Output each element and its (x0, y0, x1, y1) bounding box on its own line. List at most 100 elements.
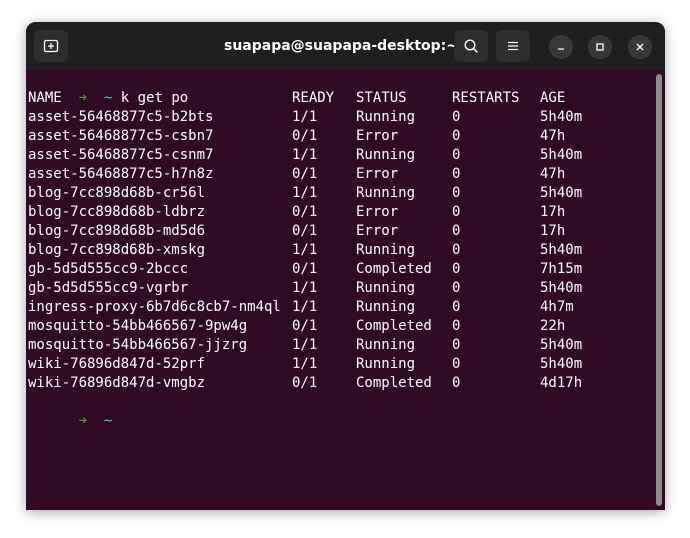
scrollbar[interactable] (656, 74, 662, 506)
cell-name: asset-56468877c5-b2bts (28, 109, 214, 125)
new-tab-button[interactable] (34, 30, 68, 62)
cell-status: Error (356, 223, 399, 239)
search-button[interactable] (454, 30, 488, 62)
cell-name: asset-56468877c5-csnm7 (28, 147, 214, 163)
cell-status: Completed (356, 261, 432, 277)
minimize-icon (558, 48, 564, 50)
cell-restarts: 0 (452, 337, 461, 353)
header-status: STATUS (356, 90, 407, 106)
cell-restarts: 0 (452, 356, 461, 372)
cell-age: 5h40m (540, 356, 583, 372)
cell-status: Error (356, 204, 399, 220)
cell-name: blog-7cc898d68b-md5d6 (28, 223, 206, 239)
cell-ready: 0/1 (292, 375, 318, 391)
cell-ready: 0/1 (292, 318, 318, 334)
cell-status: Completed (356, 318, 432, 334)
cell-ready: 0/1 (292, 204, 318, 220)
cell-restarts: 0 (452, 147, 461, 163)
cell-status: Running (356, 280, 416, 296)
cell-age: 17h (540, 204, 566, 220)
terminal-window: suapapa@suapapa-desktop:~ ➜ ~ k get po N… (26, 22, 665, 510)
cell-ready: 1/1 (292, 299, 318, 315)
cell-name: asset-56468877c5-csbn7 (28, 128, 214, 144)
cell-ready: 1/1 (292, 280, 318, 296)
cell-age: 4d17h (540, 375, 583, 391)
cell-name: mosquitto-54bb466567-9pw4g (28, 318, 248, 334)
cell-ready: 1/1 (292, 147, 318, 163)
cell-restarts: 0 (452, 128, 461, 144)
cell-restarts: 0 (452, 242, 461, 258)
cell-age: 5h40m (540, 280, 583, 296)
menu-button[interactable] (496, 30, 530, 62)
header-restarts: RESTARTS (452, 90, 520, 106)
cell-age: 17h (540, 223, 566, 239)
terminal-output[interactable]: ➜ ~ k get po NAME READY STATUS RESTARTS … (26, 70, 651, 510)
cell-age: 47h (540, 128, 566, 144)
cell-ready: 1/1 (292, 185, 318, 201)
cell-name: gb-5d5d555cc9-vgrbr (28, 280, 189, 296)
cell-ready: 0/1 (292, 166, 318, 182)
prompt-dir: ~ (103, 90, 113, 106)
cell-ready: 1/1 (292, 109, 318, 125)
window-title: suapapa@suapapa-desktop:~ (223, 38, 458, 54)
close-button[interactable] (628, 35, 652, 59)
prompt-arrow: ➜ (78, 90, 88, 106)
prompt-dir: ~ (103, 413, 113, 429)
cell-status: Running (356, 337, 416, 353)
cell-age: 4h7m (540, 299, 574, 315)
cell-name: asset-56468877c5-h7n8z (28, 166, 214, 182)
cell-restarts: 0 (452, 299, 461, 315)
cell-name: gb-5d5d555cc9-2bccc (28, 261, 189, 277)
cell-restarts: 0 (452, 223, 461, 239)
cell-restarts: 0 (452, 204, 461, 220)
cell-name: wiki-76896d847d-52prf (28, 356, 206, 372)
cell-name: mosquitto-54bb466567-jjzrg (28, 337, 248, 353)
cell-name: blog-7cc898d68b-cr56l (28, 185, 206, 201)
title-bar: suapapa@suapapa-desktop:~ (26, 22, 665, 70)
prompt-line: ➜ ~ k get po (28, 70, 189, 106)
cell-name: ingress-proxy-6b7d6c8cb7-nm4ql (28, 299, 281, 315)
cell-ready: 1/1 (292, 337, 318, 353)
cell-name: wiki-76896d847d-vmgbz (28, 375, 206, 391)
command-text: k get po (120, 90, 189, 106)
cell-ready: 1/1 (292, 242, 318, 258)
cell-restarts: 0 (452, 318, 461, 334)
cell-ready: 0/1 (292, 223, 318, 239)
new-tab-icon (43, 39, 59, 53)
cell-status: Error (356, 128, 399, 144)
cell-ready: 1/1 (292, 356, 318, 372)
cell-age: 5h40m (540, 185, 583, 201)
cell-age: 22h (540, 318, 566, 334)
header-name: NAME (28, 90, 62, 106)
header-ready: READY (292, 90, 335, 106)
cell-restarts: 0 (452, 280, 461, 296)
cell-name: blog-7cc898d68b-xmskg (28, 242, 206, 258)
cell-name: blog-7cc898d68b-ldbrz (28, 204, 206, 220)
cell-status: Running (356, 242, 416, 258)
minimize-button[interactable] (549, 35, 573, 59)
cell-restarts: 0 (452, 185, 461, 201)
cell-status: Running (356, 356, 416, 372)
cell-status: Error (356, 166, 399, 182)
cell-status: Running (356, 109, 416, 125)
cell-restarts: 0 (452, 261, 461, 277)
cell-status: Running (356, 185, 416, 201)
cell-ready: 0/1 (292, 261, 318, 277)
cell-status: Running (356, 299, 416, 315)
hamburger-menu-icon (508, 41, 518, 51)
cell-age: 5h40m (540, 242, 583, 258)
cell-status: Completed (356, 375, 432, 391)
cell-status: Running (356, 147, 416, 163)
cell-restarts: 0 (452, 166, 461, 182)
cell-age: 5h40m (540, 337, 583, 353)
maximize-button[interactable] (588, 35, 612, 59)
cell-age: 5h40m (540, 109, 583, 125)
maximize-icon (596, 43, 604, 51)
cell-age: 47h (540, 166, 566, 182)
close-icon (636, 43, 644, 51)
cell-age: 7h15m (540, 261, 583, 277)
cell-ready: 0/1 (292, 128, 318, 144)
header-age: AGE (540, 90, 566, 106)
search-icon (464, 39, 478, 53)
cell-restarts: 0 (452, 375, 461, 391)
